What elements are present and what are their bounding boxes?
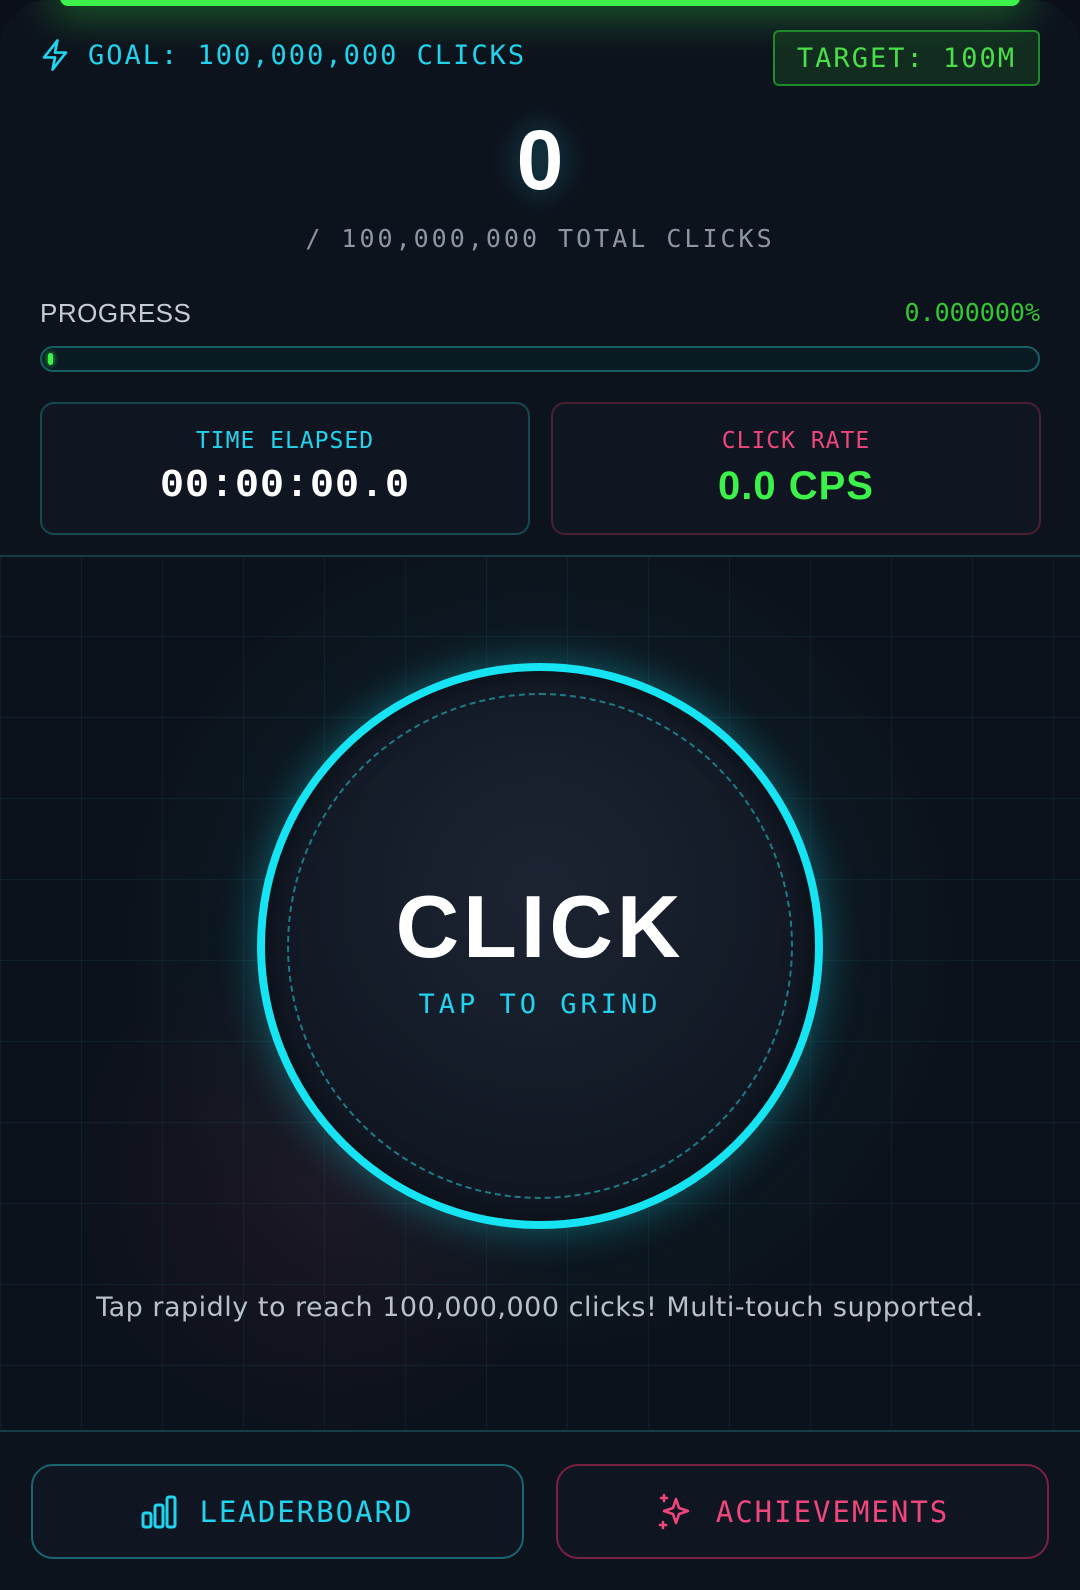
click-rate-label: CLICK RATE	[721, 428, 871, 454]
progress-fill	[48, 353, 53, 365]
time-elapsed-card: TIME ELAPSED 00:00:00.0	[40, 402, 530, 535]
goal-text: GOAL: 100,000,000 CLICKS	[88, 39, 527, 71]
click-button-sublabel: TAP TO GRIND	[418, 989, 662, 1020]
click-rate-value: 0.0 CPS	[718, 464, 874, 508]
progress-bar	[40, 346, 1040, 372]
hint-text: Tap rapidly to reach 100,000,000 clicks!…	[96, 1292, 984, 1323]
click-button-label: CLICK	[395, 877, 685, 976]
app-window: GOAL: 100,000,000 CLICKS TARGET: 100M 0 …	[0, 0, 1080, 1590]
leaderboard-label: LEADERBOARD	[199, 1494, 414, 1529]
bar-chart-icon	[141, 1495, 177, 1529]
achievements-button[interactable]: ACHIEVEMENTS	[556, 1464, 1049, 1559]
leaderboard-button[interactable]: LEADERBOARD	[31, 1464, 524, 1559]
click-counter: 0	[516, 113, 564, 207]
achievements-label: ACHIEVEMENTS	[715, 1494, 950, 1529]
click-rate-card: CLICK RATE 0.0 CPS	[551, 402, 1041, 535]
progress-label: PROGRESS	[40, 298, 192, 328]
play-area[interactable]: CLICK TAP TO GRIND Tap rapidly to reach …	[0, 555, 1080, 1432]
top-progress-glow	[60, 0, 1020, 6]
time-elapsed-label: TIME ELAPSED	[195, 428, 375, 454]
progress-percent: 0.000000%	[904, 298, 1040, 327]
time-elapsed-value: 00:00:00.0	[159, 464, 411, 509]
goal-header: GOAL: 100,000,000 CLICKS	[40, 38, 526, 72]
lightning-icon	[40, 38, 70, 72]
target-badge: TARGET: 100M	[772, 30, 1040, 86]
sparkles-icon	[656, 1493, 694, 1531]
counter-subtitle: / 100,000,000 TOTAL CLICKS	[305, 224, 775, 253]
click-button[interactable]: CLICK TAP TO GRIND	[257, 663, 823, 1229]
